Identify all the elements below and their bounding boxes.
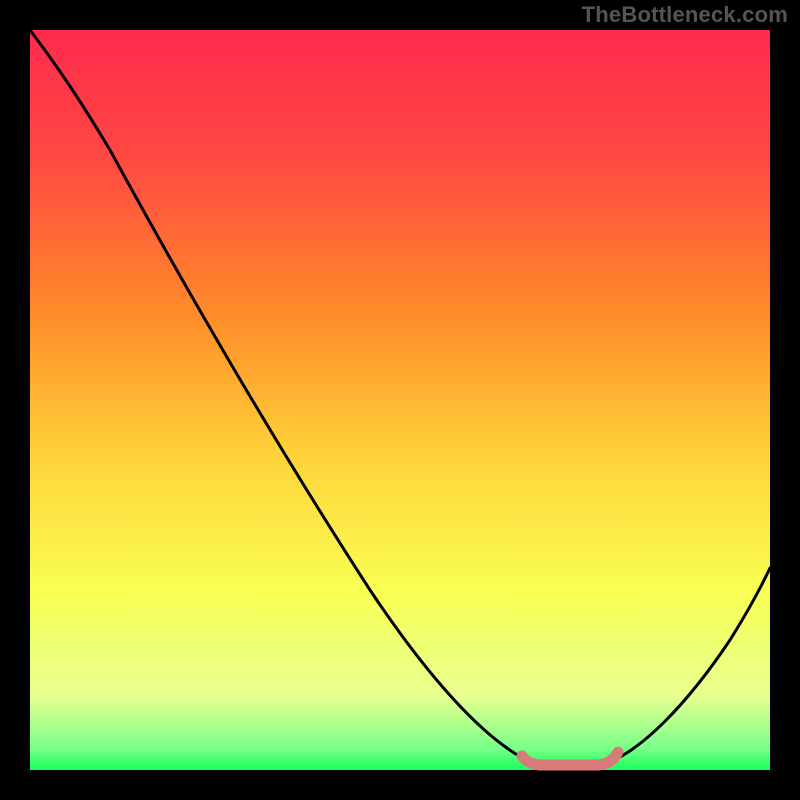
watermark-text: TheBottleneck.com bbox=[582, 2, 788, 28]
chart-container: TheBottleneck.com bbox=[0, 0, 800, 800]
plot-area bbox=[30, 30, 770, 770]
bottleneck-chart bbox=[0, 0, 800, 800]
